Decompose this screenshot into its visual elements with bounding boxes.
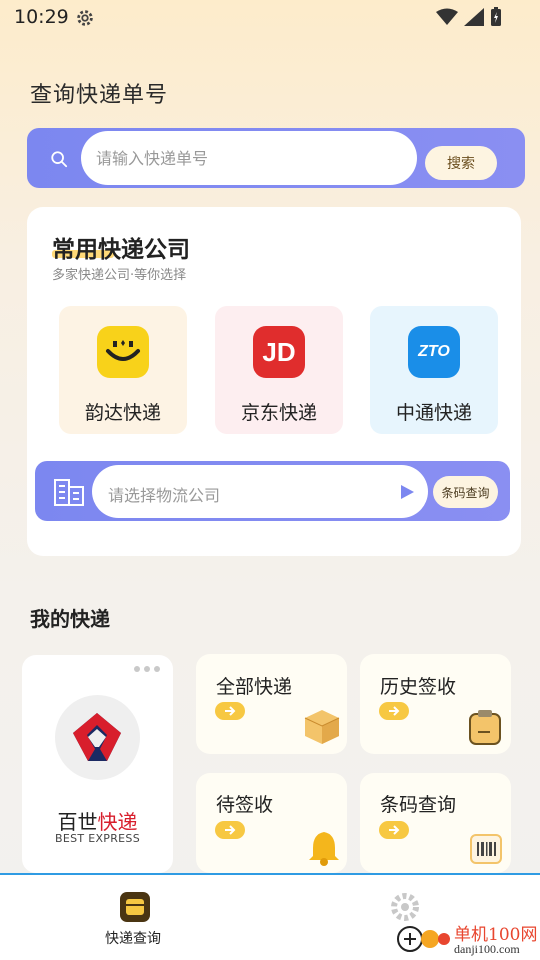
search-button[interactable]: 搜索 [425,146,497,180]
barcode-icon [470,834,502,864]
card-label: 历史签收 [380,676,457,698]
barcode-query-button[interactable]: 条码查询 [433,476,498,508]
building-icon [54,479,84,506]
page-title: 查询快递单号 [30,83,169,108]
company-tile-yunda[interactable]: 韵达快递 [59,306,187,434]
company-tile-zto[interactable]: ZTO 中通快递 [370,306,498,434]
arrow-right-icon [215,702,245,720]
search-icon [51,151,68,168]
arrow-right-icon [379,702,409,720]
logistics-select-placeholder: 请选择物流公司 [108,486,221,505]
tracking-number-input[interactable] [81,131,417,185]
watermark-icon [397,926,450,952]
settings-gear-icon [77,10,93,26]
card-label: 条码查询 [380,794,457,816]
status-icons [436,7,502,27]
bell-icon [309,832,339,866]
play-icon[interactable] [399,484,415,500]
card-label: 全部快递 [216,676,293,698]
company-name: 韵达快递 [84,402,161,424]
more-options-icon[interactable] [134,666,160,672]
package-icon [304,710,340,744]
jd-logo-icon: JD [253,326,305,378]
arrow-right-icon [215,821,245,839]
status-time: 10:29 [14,6,69,28]
express-query-tab-label[interactable]: 快递查询 [105,928,161,948]
zto-logo-icon: ZTO [408,326,460,378]
watermark-logo: 单机100网 danji100.com [396,918,540,960]
express-query-tab-icon[interactable] [120,892,150,922]
clipboard-icon [469,710,501,745]
company-name: 京东快递 [240,402,317,424]
best-express-english-name: BEST EXPRESS [55,832,140,845]
card-label: 待签收 [216,794,274,816]
signal-icon [464,8,484,26]
battery-icon [491,7,501,26]
best-express-name: 百世快递 [57,810,138,834]
common-couriers-title: 常用快递公司 [52,237,190,263]
yunda-logo-icon [97,326,149,378]
watermark-url: danji100.com [454,942,520,956]
common-couriers-subtitle: 多家快递公司·等你选择 [52,268,187,283]
my-express-title: 我的快递 [30,607,110,631]
company-tile-jd[interactable]: JD 京东快递 [215,306,343,434]
arrow-right-icon [379,821,409,839]
wifi-icon [436,8,458,25]
company-name: 中通快递 [395,402,472,424]
best-express-logo-icon [55,695,140,780]
